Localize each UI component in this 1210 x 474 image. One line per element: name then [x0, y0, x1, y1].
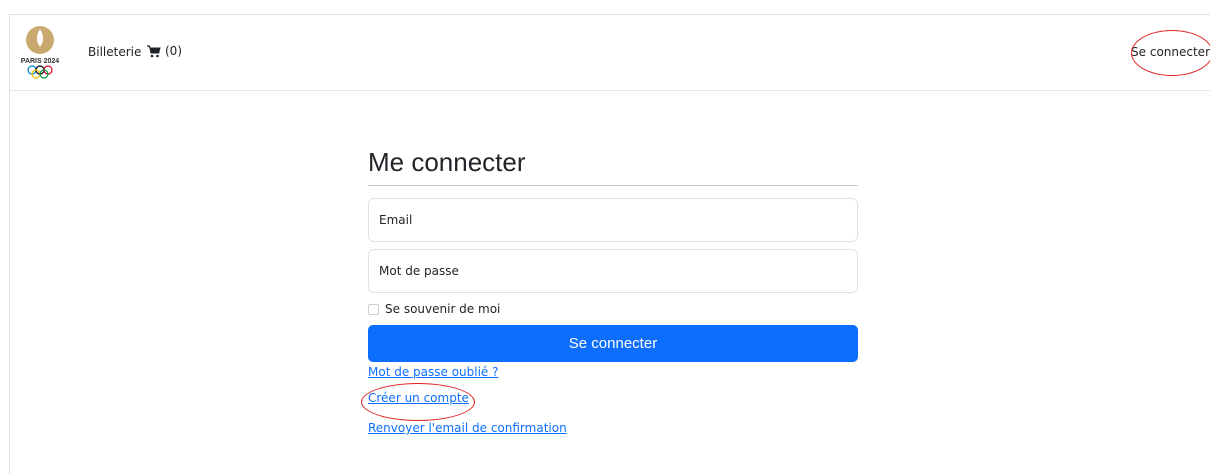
- login-form: Me connecter Email Mot de passe Se souve…: [368, 147, 858, 435]
- title-divider: [368, 185, 858, 186]
- login-title: Me connecter: [368, 147, 526, 177]
- remember-me: Se souvenir de moi: [368, 300, 858, 318]
- password-field[interactable]: Mot de passe: [368, 249, 858, 293]
- nav-login-link[interactable]: Se connecter: [1131, 45, 1210, 59]
- forgot-password-link[interactable]: Mot de passe oublié ?: [368, 365, 858, 379]
- cart-link[interactable]: (0): [147, 44, 182, 58]
- login-submit-button[interactable]: Se connecter: [368, 325, 858, 362]
- navbar: PARIS 2024 Billeterie (0) Se connecter: [10, 15, 1210, 91]
- paris-2024-logo[interactable]: PARIS 2024: [12, 23, 68, 83]
- remember-me-label: Se souvenir de moi: [385, 302, 501, 316]
- logo-text: PARIS 2024: [21, 58, 59, 65]
- shopping-cart-icon: [147, 45, 161, 57]
- resend-confirmation-link[interactable]: Renvoyer l'email de confirmation: [368, 421, 858, 435]
- email-field[interactable]: Email: [368, 198, 858, 242]
- remember-me-checkbox[interactable]: [368, 303, 379, 315]
- create-account-link[interactable]: Créer un compte: [368, 391, 858, 405]
- cart-count: (0): [165, 44, 182, 58]
- nav-ticketing-link[interactable]: Billeterie: [88, 45, 141, 59]
- page-frame: PARIS 2024 Billeterie (0) Se connecter M…: [9, 14, 1210, 474]
